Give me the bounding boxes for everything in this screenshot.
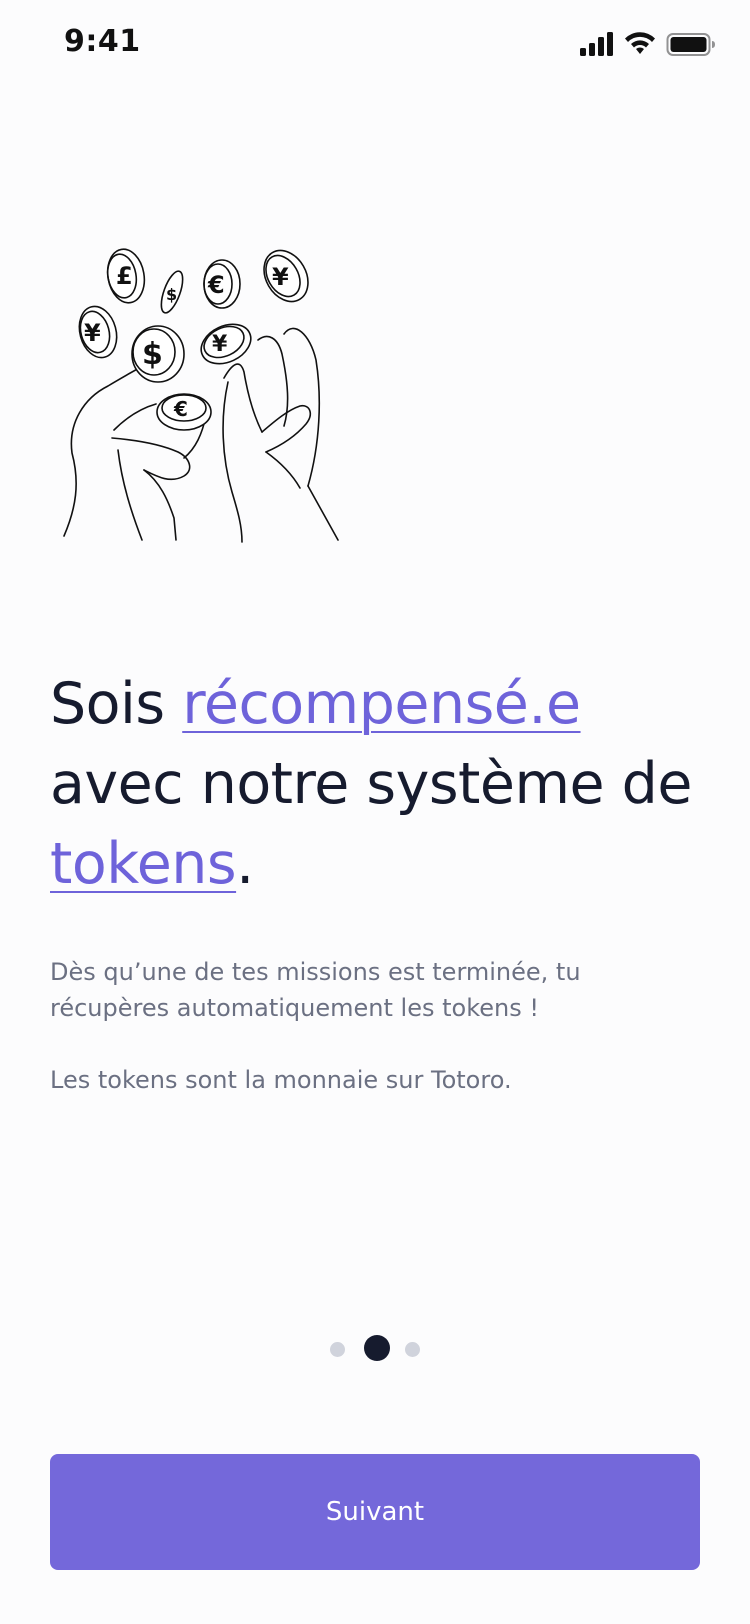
next-button[interactable]: Suivant xyxy=(50,1454,700,1570)
svg-text:€: € xyxy=(173,397,188,421)
headline: Sois récompensé.e avec notre système de … xyxy=(50,664,720,904)
svg-text:¥: ¥ xyxy=(212,332,228,357)
description-missions: Dès qu’une de tes missions est terminée,… xyxy=(50,958,581,1022)
page-indicator xyxy=(330,1335,422,1363)
headline-text: avec notre système de xyxy=(50,751,692,818)
signal-icon xyxy=(580,32,613,56)
hands-tossing-coins-icon: £ $ € ¥ ¥ $ ¥ € xyxy=(63,248,339,543)
hands-tossing-coins-illustration: £ $ € ¥ ¥ $ ¥ € xyxy=(56,248,356,560)
svg-text:$: $ xyxy=(166,285,177,304)
svg-text:$: $ xyxy=(142,337,163,372)
status-bar: 9:41 xyxy=(0,0,750,92)
status-icons xyxy=(580,32,722,62)
page-dot-active[interactable] xyxy=(364,1335,390,1361)
headline-highlight-tokens: tokens xyxy=(50,831,237,898)
page-dot[interactable] xyxy=(330,1342,345,1357)
headline-text: . xyxy=(236,831,254,898)
headline-text: Sois xyxy=(50,671,183,738)
svg-text:£: £ xyxy=(116,262,133,290)
status-time: 9:41 xyxy=(64,24,141,59)
svg-text:€: € xyxy=(207,271,225,299)
battery-icon xyxy=(666,33,715,56)
page-dot[interactable] xyxy=(405,1342,420,1357)
headline-highlight-rewarded: récompensé.e xyxy=(182,671,581,738)
svg-text:¥: ¥ xyxy=(84,319,101,347)
description-currency: Les tokens sont la monnaie sur Totoro. xyxy=(50,1066,512,1094)
wifi-icon xyxy=(625,32,655,54)
svg-text:¥: ¥ xyxy=(272,263,289,291)
